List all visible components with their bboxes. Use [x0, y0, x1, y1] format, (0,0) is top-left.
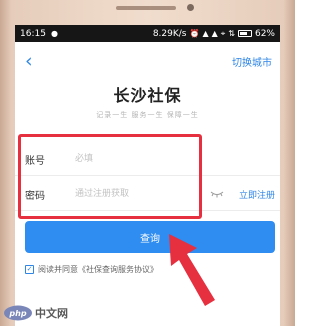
- account-label: 账号: [25, 156, 45, 167]
- chevron-left-icon[interactable]: ‹: [25, 50, 43, 72]
- php-logo-icon: php: [4, 305, 32, 321]
- agreement-checkbox[interactable]: ✓: [25, 264, 34, 274]
- nav-bar: ‹ 切换城市: [15, 42, 280, 80]
- front-camera: [187, 4, 194, 11]
- data-arrows-icon: ⇅: [228, 29, 235, 38]
- switch-city-link[interactable]: 切换城市: [232, 54, 272, 69]
- network-speed: 8.29K/s: [152, 28, 187, 39]
- watermark-text: 中文网: [35, 307, 68, 320]
- eye-closed-icon[interactable]: [210, 189, 224, 199]
- battery-percent: 62%: [254, 28, 275, 39]
- watermark: php 中文网: [3, 303, 68, 323]
- php-logo-text: php: [8, 309, 26, 318]
- earpiece: [116, 6, 176, 10]
- alarm-icon: ⏰: [189, 29, 200, 38]
- signal-icon-2: ▲: [211, 29, 218, 38]
- password-label: 密码: [25, 191, 45, 202]
- register-link[interactable]: 立即注册: [239, 188, 275, 201]
- battery-icon: [237, 30, 252, 37]
- password-input[interactable]: [75, 183, 195, 205]
- query-button[interactable]: 查询: [25, 221, 275, 253]
- account-row: 账号: [15, 142, 280, 176]
- status-bar: 16:15 ● 8.29K/s ⏰ ▲ ▲ ⌖ ⇅ 62%: [15, 25, 280, 42]
- wifi-icon: ⌖: [220, 28, 226, 38]
- phone-screen: 16:15 ● 8.29K/s ⏰ ▲ ▲ ⌖ ⇅ 62% ‹ 切换城市 长沙社…: [15, 25, 280, 326]
- agreement-text[interactable]: 阅读并同意《社保查询服务协议》: [38, 264, 158, 275]
- password-row: 密码 立即注册: [15, 177, 280, 211]
- status-right: 8.29K/s ⏰ ▲ ▲ ⌖ ⇅ 62%: [153, 29, 275, 39]
- signal-icon: ▲: [202, 29, 209, 38]
- video-camera-icon: ●: [50, 29, 58, 38]
- agreement-row[interactable]: ✓ 阅读并同意《社保查询服务协议》: [25, 262, 158, 276]
- account-input[interactable]: [75, 148, 195, 170]
- page-title: 长沙社保: [113, 86, 182, 105]
- status-time: 16:15: [20, 28, 46, 39]
- slogan: 记录一生 服务一生 保障一生: [96, 111, 199, 119]
